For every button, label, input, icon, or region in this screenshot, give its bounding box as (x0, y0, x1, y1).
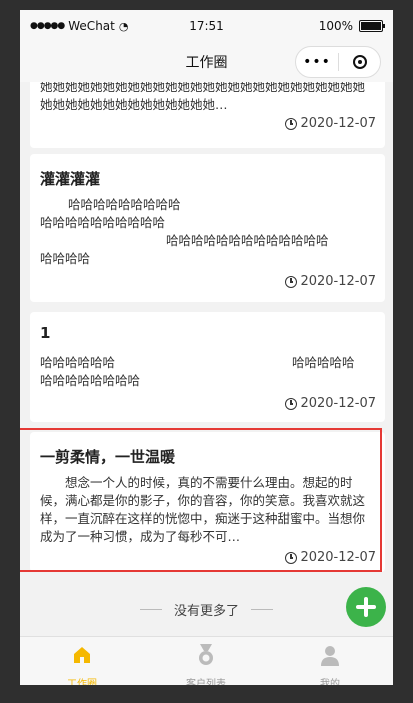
post-date: 2020-12-07 (285, 116, 376, 131)
battery-percent: 100% (318, 19, 353, 33)
divider-line (251, 608, 273, 610)
user-icon (321, 646, 339, 666)
post-body: 她她她她她她她她她她她她她她她她她她她她她她她她她她她她她她她她她她她她她她她她… (40, 82, 366, 112)
post-body-line: 哈哈哈哈哈哈哈哈 (40, 373, 141, 388)
tab-mine[interactable]: 我的 (268, 637, 392, 685)
tab-label: 我的 (320, 679, 340, 685)
post-body-line: 哈哈哈哈哈哈哈哈哈哈 (40, 215, 166, 230)
home-icon (74, 647, 90, 663)
phone-screen: ●●●●● WeChat ◔ 17:51 100% 工作圈 ••• 她她她她她她… (20, 10, 393, 685)
tab-label: 工作圈 (67, 679, 97, 685)
post-title: 一剪柔情，一世温暖 (40, 448, 176, 466)
post-title: 1 (40, 324, 51, 342)
post-date: 2020-12-07 (285, 396, 376, 411)
no-more-indicator: 没有更多了 (20, 597, 393, 621)
post-card[interactable]: 一剪柔情，一世温暖 想念一个人的时候，真的不需要什么理由。想起的时候，满心都是你… (30, 432, 385, 572)
post-date: 2020-12-07 (285, 550, 376, 565)
target-icon (352, 55, 367, 69)
more-icon[interactable]: ••• (296, 54, 338, 70)
tab-label: 客户列表 (186, 679, 226, 685)
nav-bar: 工作圈 ••• (20, 42, 393, 82)
post-card[interactable]: 1 哈哈哈哈哈哈 哈哈哈哈哈 哈哈哈哈哈哈哈哈 2020-12-07 (30, 312, 385, 422)
clock-icon (285, 275, 298, 288)
post-body-line: 哈哈哈哈哈哈哈哈哈哈哈哈哈 (166, 233, 329, 248)
clock-icon (285, 117, 298, 130)
post-date-text: 2020-12-07 (300, 550, 376, 565)
battery-status: 100% (318, 19, 385, 33)
close-capsule-button[interactable] (339, 55, 380, 69)
plus-icon-vertical (364, 597, 368, 617)
post-body-line: 哈哈哈哈哈 (292, 355, 355, 370)
post-date-text: 2020-12-07 (300, 116, 376, 131)
post-list[interactable]: 她她她她她她她她她她她她她她她她她她她她她她她她她她她她她她她她她她她她她她她她… (20, 82, 393, 587)
post-body: 想念一个人的时候，真的不需要什么理由。想起的时候，满心都是你的影子，你的音容，你… (40, 475, 366, 544)
clock-icon (285, 397, 298, 410)
tab-work-circle[interactable]: 工作圈 (20, 637, 144, 685)
battery-fill (361, 22, 381, 30)
tab-bar: 工作圈 客户列表 我的 (20, 636, 393, 685)
no-more-text: 没有更多了 (173, 603, 239, 619)
post-card[interactable]: 灌灌灌灌 哈哈哈哈哈哈哈哈哈 哈哈哈哈哈哈哈哈哈哈 哈哈哈哈哈哈哈哈哈哈哈哈哈 … (30, 154, 385, 302)
post-date-text: 2020-12-07 (300, 396, 376, 411)
add-post-button[interactable] (346, 587, 386, 627)
miniprogram-capsule: ••• (295, 46, 381, 78)
battery-icon (359, 20, 385, 32)
post-date: 2020-12-07 (285, 274, 376, 289)
clock-icon (285, 551, 298, 564)
medal-icon (199, 644, 213, 665)
tab-customer-list[interactable]: 客户列表 (144, 637, 268, 685)
post-body-line: 哈哈哈哈哈哈哈哈哈 (68, 197, 181, 212)
divider-line (139, 608, 162, 610)
post-card[interactable]: 她她她她她她她她她她她她她她她她她她她她她她她她她她她她她她她她她她她她她她她她… (30, 82, 385, 148)
status-bar: ●●●●● WeChat ◔ 17:51 100% (20, 10, 393, 42)
post-date-text: 2020-12-07 (300, 274, 376, 289)
post-title: 灌灌灌灌 (40, 170, 101, 188)
post-body-line: 哈哈哈哈 (40, 251, 91, 266)
